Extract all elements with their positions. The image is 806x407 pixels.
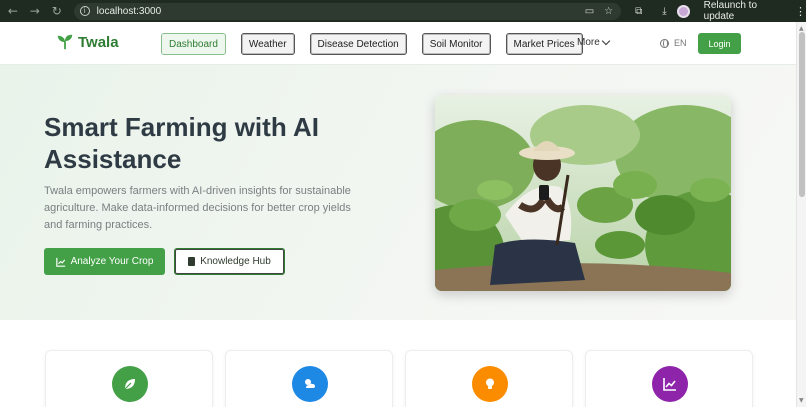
relaunch-button[interactable]: Relaunch to update	[704, 0, 790, 22]
brand-name: Twala	[78, 33, 119, 51]
more-label: More	[577, 37, 600, 48]
chevron-down-icon	[601, 36, 611, 46]
knowledge-hub-label: Knowledge Hub	[200, 256, 271, 267]
hero-photo-farmer	[435, 95, 731, 291]
chart-icon	[652, 366, 688, 402]
page-scrollbar[interactable]: ▲ ▼	[796, 22, 806, 407]
hero-title: Smart Farming with AI Assistance	[44, 112, 319, 174]
language-code: EN	[674, 38, 687, 48]
cast-icon[interactable]: ▭	[585, 6, 594, 17]
analyze-crop-label: Analyze Your Crop	[70, 256, 154, 267]
feature-card[interactable]	[45, 350, 213, 407]
chart-line-icon	[55, 257, 65, 267]
nav-item-soil-monitor[interactable]: Soil Monitor	[421, 33, 491, 55]
site-header: Twala Dashboard Weather Disease Detectio…	[0, 22, 796, 65]
lightbulb-icon	[472, 366, 508, 402]
main-nav: Dashboard Weather Disease Detection Soil…	[161, 33, 598, 55]
features-section	[0, 320, 796, 407]
site-info-icon[interactable]: i	[79, 6, 90, 16]
leaf-icon	[112, 366, 148, 402]
nav-item-weather[interactable]: Weather	[240, 33, 295, 55]
sprout-icon	[57, 34, 73, 50]
browser-toolbar: ← → ↻ i localhost:3000 ▭ ☆ ⧉ ⤓ Relaunch …	[0, 0, 806, 22]
extensions-icon[interactable]: ⧉	[635, 6, 642, 17]
more-menu[interactable]: More	[577, 36, 611, 48]
nav-item-dashboard[interactable]: Dashboard	[161, 33, 226, 55]
language-selector[interactable]: EN	[660, 38, 687, 48]
download-icon[interactable]: ⤓	[662, 6, 666, 17]
reload-icon[interactable]: ↻	[46, 4, 68, 18]
feature-card[interactable]	[405, 350, 573, 407]
browser-menu-icon[interactable]: ⋮	[795, 5, 806, 18]
login-button[interactable]: Login	[698, 33, 741, 54]
hero-description: Twala empowers farmers with AI-driven in…	[44, 185, 351, 231]
globe-icon	[660, 38, 669, 48]
url-text: localhost:3000	[96, 5, 162, 17]
analyze-crop-button[interactable]: Analyze Your Crop	[44, 248, 165, 275]
book-icon	[188, 257, 196, 266]
nav-item-market-prices[interactable]: Market Prices	[505, 33, 583, 55]
feature-card[interactable]	[585, 350, 753, 407]
hero-section: Smart Farming with AI Assistance Twala e…	[0, 65, 796, 320]
scroll-down-icon[interactable]: ▼	[799, 397, 804, 404]
page: Twala Dashboard Weather Disease Detectio…	[0, 22, 796, 407]
back-icon[interactable]: ←	[2, 4, 24, 18]
address-bar[interactable]: i localhost:3000 ▭ ☆	[73, 2, 622, 20]
nav-item-disease-detection[interactable]: Disease Detection	[309, 33, 407, 55]
brand-logo[interactable]: Twala	[56, 33, 119, 51]
scrollbar-thumb[interactable]	[799, 32, 805, 197]
profile-avatar[interactable]	[676, 4, 690, 18]
weather-icon	[292, 366, 328, 402]
knowledge-hub-button[interactable]: Knowledge Hub	[174, 248, 285, 275]
bookmark-star-icon[interactable]: ☆	[604, 6, 613, 17]
feature-card[interactable]	[225, 350, 393, 407]
forward-icon[interactable]: →	[24, 4, 46, 18]
scroll-up-icon[interactable]: ▲	[799, 25, 804, 32]
